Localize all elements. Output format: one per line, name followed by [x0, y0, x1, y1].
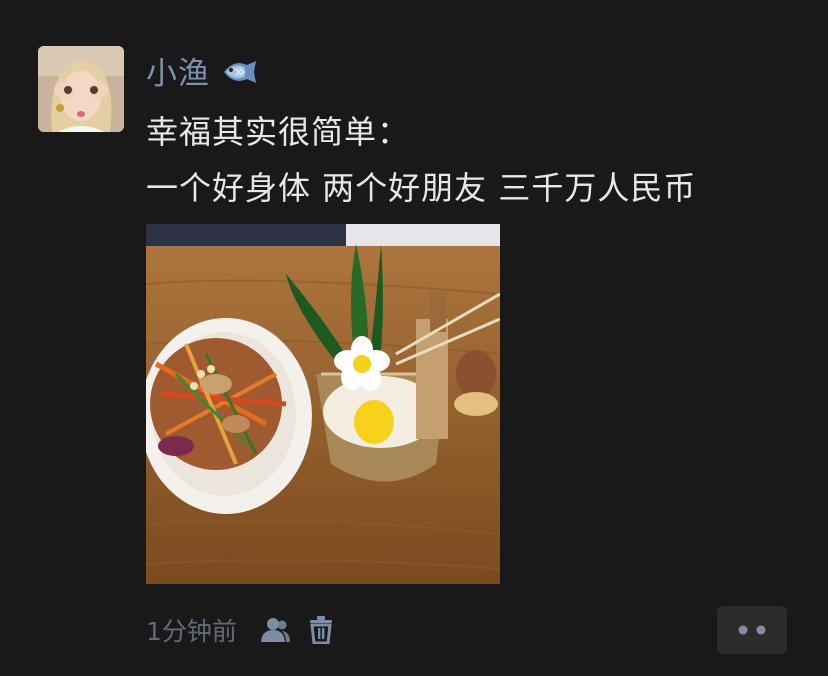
- post-footer: 1分钟前: [146, 610, 339, 650]
- moment-post: 小渔 幸福其实很简单： 一个好身体 两个好朋友 三千万人民币 1分钟前: [0, 0, 828, 676]
- author-name[interactable]: 小渔: [146, 48, 210, 93]
- post-text-line: 幸福其实很简单：: [146, 113, 411, 151]
- post-text: 幸福其实很简单： 一个好身体 两个好朋友 三千万人民币: [146, 104, 806, 216]
- more-button[interactable]: [717, 606, 787, 654]
- author-name-row[interactable]: 小渔: [146, 48, 260, 93]
- more-dots-icon: [738, 625, 766, 635]
- avatar-image: [38, 46, 124, 132]
- post-photo[interactable]: [146, 224, 500, 584]
- trash-icon[interactable]: [303, 612, 339, 648]
- users-icon[interactable]: [257, 612, 293, 648]
- post-text-line: 一个好身体 两个好朋友 三千万人民币: [146, 169, 697, 207]
- food-photo: [146, 224, 500, 584]
- fish-icon: [220, 57, 260, 83]
- avatar[interactable]: [38, 46, 124, 132]
- post-time: 1分钟前: [146, 617, 237, 646]
